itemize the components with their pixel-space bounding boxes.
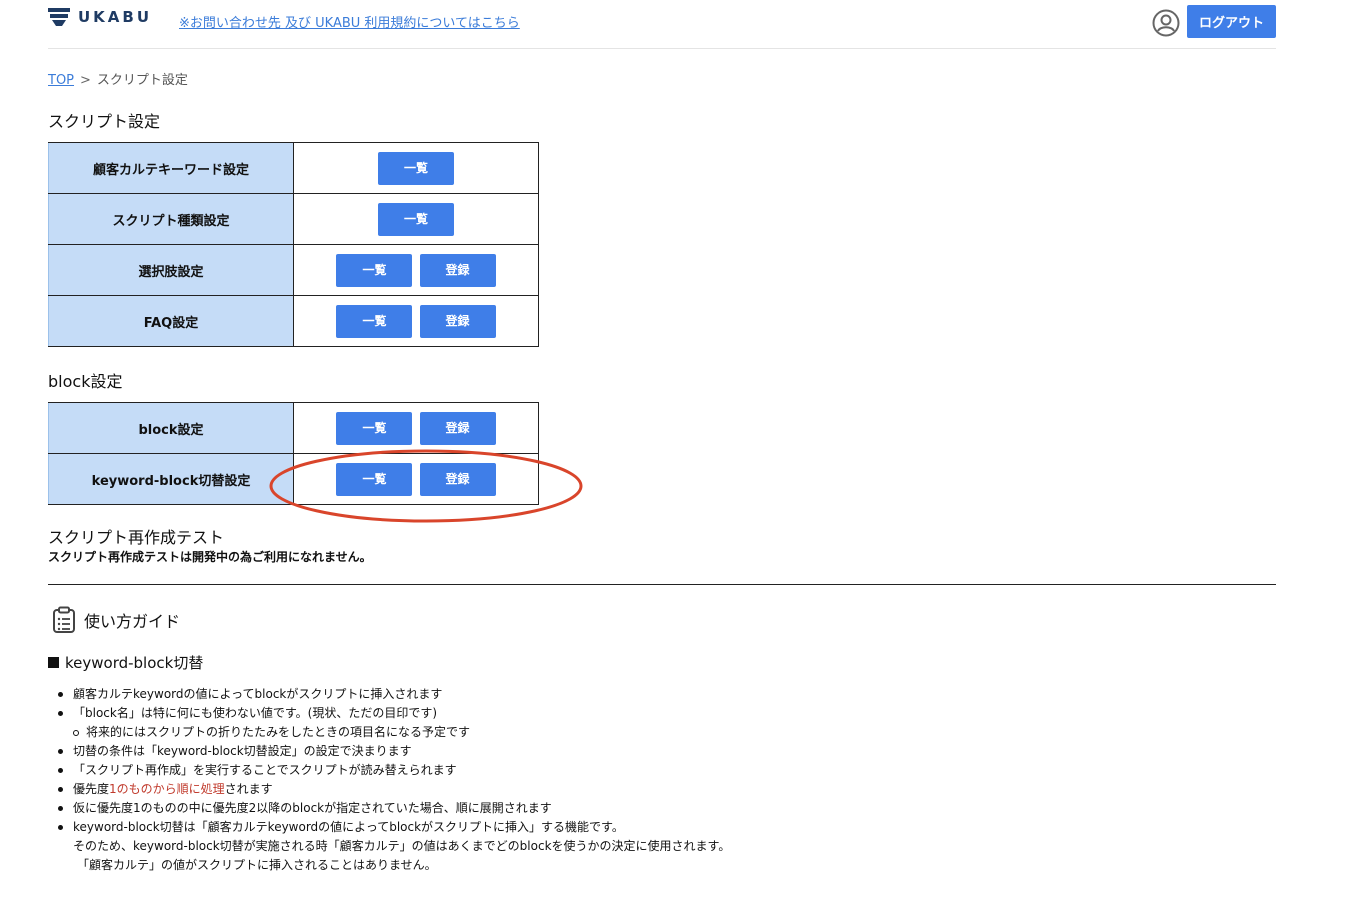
script-settings-table: 顧客カルテキーワード設定 一覧 スクリプト種類設定 一覧 選択肢設定 一覧 登録…	[48, 142, 539, 347]
table-row: block設定 一覧 登録	[48, 402, 539, 454]
list-subitem: 将来的にはスクリプトの折りたたみをしたときの項目名になる予定です	[73, 723, 973, 742]
list-button[interactable]: 一覧	[336, 304, 413, 338]
register-button[interactable]: 登録	[419, 411, 496, 445]
list-item: 「block名」は特に何にも使わない値です。(現状、ただの目印です)	[58, 704, 973, 723]
register-button[interactable]: 登録	[419, 304, 496, 338]
row-label: FAQ設定	[48, 295, 294, 347]
list-button[interactable]: 一覧	[336, 253, 413, 287]
divider	[48, 584, 1276, 585]
logo[interactable]: UKABU	[48, 8, 152, 26]
list-item-continuation: そのため、keyword-block切替が実施される時「顧客カルテ」の値はあくま…	[73, 839, 731, 853]
priority-text-post: されます	[224, 782, 273, 796]
list-item: keyword-block切替は「顧客カルテkeywordの値によってblock…	[58, 818, 973, 837]
block-settings-table: block設定 一覧 登録 keyword-block切替設定 一覧 登録	[48, 402, 539, 505]
list-item: 「スクリプト再作成」を実行することでスクリプトが読み替えられます	[58, 761, 973, 780]
regen-test-title: スクリプト再作成テスト	[48, 528, 225, 547]
logo-text: UKABU	[78, 8, 153, 26]
table-row: 選択肢設定 一覧 登録	[48, 244, 539, 296]
square-bullet-icon	[48, 657, 59, 668]
table-row: 顧客カルテキーワード設定 一覧	[48, 142, 539, 194]
row-actions: 一覧 登録	[293, 295, 539, 347]
table-row: keyword-block切替設定 一覧 登録	[48, 453, 539, 505]
clipboard-icon	[53, 606, 75, 633]
priority-text-pre: 優先度	[73, 782, 110, 796]
row-label: 選択肢設定	[48, 244, 294, 296]
header: UKABU ※お問い合わせ先 及び UKABU 利用規約についてはこちら ログア…	[48, 0, 1276, 49]
table-row: スクリプト種類設定 一覧	[48, 193, 539, 245]
breadcrumb-current: スクリプト設定	[96, 73, 188, 88]
regen-test-note: スクリプト再作成テストは開発中の為ご利用になれません。	[48, 550, 372, 564]
guide-subtitle: keyword-block切替	[48, 652, 203, 673]
list-button[interactable]: 一覧	[378, 151, 454, 185]
guide-title: 使い方ガイド	[52, 606, 180, 634]
list-item: 仮に優先度1のものの中に優先度2以降のblockが指定されていた場合、順に展開さ…	[58, 799, 973, 818]
guide-subtitle-text: keyword-block切替	[65, 654, 204, 672]
row-actions: 一覧	[293, 142, 539, 194]
row-label: 顧客カルテキーワード設定	[48, 142, 294, 194]
table-row: FAQ設定 一覧 登録	[48, 295, 539, 347]
row-actions: 一覧 登録	[293, 453, 539, 505]
list-item: 優先度1のものから順に処理されます	[58, 780, 973, 799]
user-circle-icon[interactable]	[1152, 9, 1180, 37]
breadcrumb: TOP > スクリプト設定	[48, 69, 188, 88]
register-button[interactable]: 登録	[419, 253, 496, 287]
row-actions: 一覧 登録	[293, 244, 539, 296]
row-label: スクリプト種類設定	[48, 193, 294, 245]
contact-terms-link[interactable]: ※お問い合わせ先 及び UKABU 利用規約についてはこちら	[179, 12, 520, 31]
breadcrumb-separator: >	[80, 73, 91, 88]
list-item-continuation: 「顧客カルテ」の値がスクリプトに挿入されることはありません。	[77, 858, 437, 872]
register-button[interactable]: 登録	[419, 462, 496, 496]
block-settings-title: block設定	[48, 372, 123, 391]
priority-emphasis: 1のものから順に処理	[109, 782, 225, 796]
ukabu-logo-icon	[48, 8, 70, 26]
list-button[interactable]: 一覧	[378, 202, 454, 236]
script-settings-title: スクリプト設定	[48, 112, 161, 131]
breadcrumb-top-link[interactable]: TOP	[48, 73, 74, 88]
guide-title-text: 使い方ガイド	[84, 612, 181, 631]
list-button[interactable]: 一覧	[336, 462, 413, 496]
guide-list: 顧客カルテkeywordの値によってblockがスクリプトに挿入されます 「bl…	[58, 685, 973, 875]
row-actions: 一覧	[293, 193, 539, 245]
row-actions: 一覧 登録	[293, 402, 539, 454]
list-button[interactable]: 一覧	[336, 411, 413, 445]
row-label: block設定	[48, 402, 294, 454]
list-item: 顧客カルテkeywordの値によってblockがスクリプトに挿入されます	[58, 685, 973, 704]
row-label: keyword-block切替設定	[48, 453, 294, 505]
list-item: 切替の条件は「keyword-block切替設定」の設定で決まります	[58, 742, 973, 761]
logout-button[interactable]: ログアウト	[1187, 5, 1276, 38]
